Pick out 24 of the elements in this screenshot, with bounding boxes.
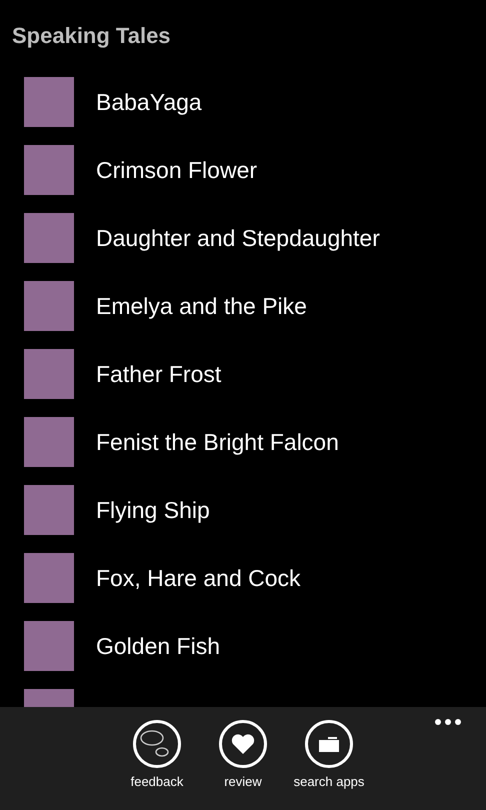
tale-thumbnail [24,417,74,467]
app-title: Speaking Tales [12,23,171,49]
tale-thumbnail [24,621,74,671]
tale-title[interactable]: BabaYaga [96,88,202,116]
tale-title[interactable]: Crimson Flower [96,156,258,184]
tale-thumbnail [24,213,74,263]
tale-thumbnail [24,349,74,399]
speech-bubble-icon [133,720,181,768]
more-icon[interactable] [434,718,462,726]
tale-title[interactable]: Emelya and the Pike [96,292,307,320]
tale-title[interactable]: Daughter and Stepdaughter [96,224,380,252]
tale-thumbnail [24,485,74,535]
app-bar-button[interactable]: feedback [126,720,188,810]
tale-thumbnail [24,77,74,127]
tale-thumbnail [24,553,74,603]
tale-title[interactable]: Fox, Hare and Cock [96,564,301,592]
tale-thumbnail [24,145,74,195]
folder-icon [305,720,353,768]
tale-title[interactable]: Flying Ship [96,496,210,524]
tale-thumbnail [24,281,74,331]
app-bar-button[interactable]: review [212,720,274,810]
tale-title[interactable]: Fenist the Bright Falcon [96,428,339,456]
tale-title[interactable]: Golden Fish [96,632,220,660]
tale-title[interactable]: Father Frost [96,360,222,388]
